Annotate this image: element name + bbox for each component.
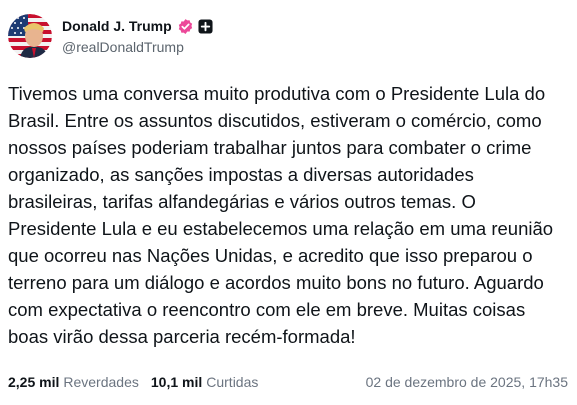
author-names: Donald J. Trump @realDonaldTrump <box>62 15 213 57</box>
avatar[interactable] <box>8 14 52 58</box>
reposts-count: 2,25 mil <box>8 374 60 390</box>
post-text: Tivemos uma conversa muito produtiva com… <box>8 83 554 347</box>
author-display-name[interactable]: Donald J. Trump <box>62 18 172 34</box>
post-footer: 2,25 mil Reverdades 10,1 mil Curtidas 02… <box>8 371 568 393</box>
post-card: Donald J. Trump @realDonaldTrump Tivemos… <box>0 0 577 405</box>
reposts-label: Reverdades <box>63 374 139 390</box>
post-timestamp[interactable]: 02 de dezembro de 2025, 17h35 <box>366 374 568 390</box>
plus-square-icon[interactable] <box>198 18 213 34</box>
american-flag-portrait-avatar-icon <box>8 14 52 58</box>
post-header: Donald J. Trump @realDonaldTrump <box>8 12 213 60</box>
name-row: Donald J. Trump <box>62 15 213 37</box>
reposts-stat[interactable]: 2,25 mil Reverdades <box>8 374 139 390</box>
likes-stat[interactable]: 10,1 mil Curtidas <box>151 374 259 390</box>
verified-badge-icon <box>177 18 194 35</box>
likes-label: Curtidas <box>206 374 259 390</box>
author-handle[interactable]: @realDonaldTrump <box>62 37 213 57</box>
likes-count: 10,1 mil <box>150 374 203 390</box>
